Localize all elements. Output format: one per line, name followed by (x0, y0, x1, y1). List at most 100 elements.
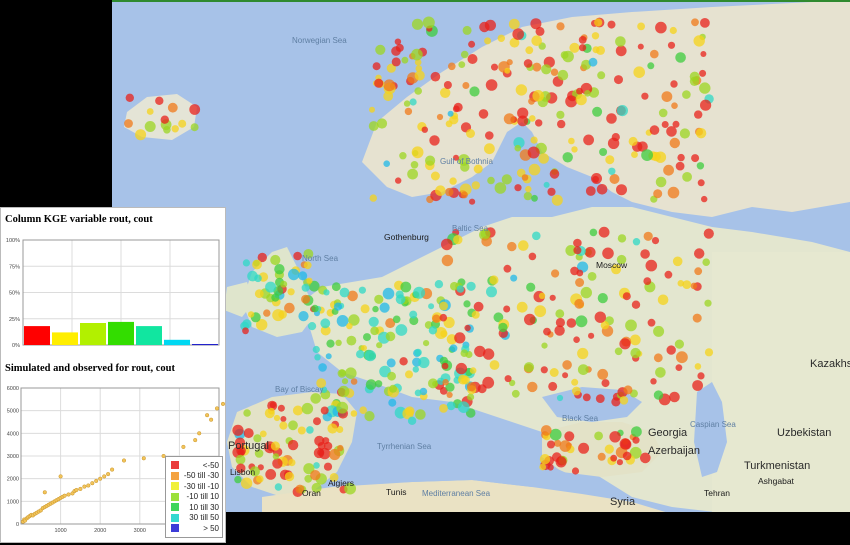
station-marker (571, 146, 578, 153)
station-marker (515, 84, 528, 96)
station-marker (297, 426, 306, 435)
station-marker (616, 105, 628, 117)
station-marker (280, 416, 287, 422)
station-marker (631, 300, 641, 309)
station-marker (647, 62, 655, 70)
kge-bar (136, 326, 162, 345)
station-marker (469, 198, 476, 205)
label-tyrrhenian-sea: Tyrrhenian Sea (377, 442, 432, 451)
station-marker (594, 431, 603, 441)
station-marker (440, 87, 451, 99)
station-marker (592, 46, 600, 54)
station-marker (247, 270, 258, 282)
station-marker (691, 18, 699, 27)
station-marker (557, 69, 569, 81)
station-marker (242, 259, 250, 267)
station-marker (597, 368, 609, 380)
station-marker (234, 475, 242, 484)
station-marker (704, 299, 712, 307)
station-marker (630, 347, 641, 359)
station-marker (551, 194, 563, 206)
label-norwegian-sea: Norwegian Sea (292, 36, 347, 45)
station-marker (446, 401, 456, 411)
station-marker (448, 62, 456, 71)
station-marker (699, 82, 711, 94)
station-marker (272, 309, 285, 322)
station-marker (439, 313, 448, 322)
station-marker (404, 107, 413, 116)
station-marker (441, 254, 454, 267)
kge-bar (108, 321, 134, 345)
legend-swatch (171, 482, 179, 491)
station-marker (551, 269, 560, 278)
station-marker (592, 175, 599, 183)
station-marker (692, 313, 702, 323)
station-marker (491, 63, 498, 71)
station-marker (442, 379, 449, 386)
label-moscow: Moscow (596, 260, 628, 270)
station-marker (374, 78, 384, 88)
station-marker (669, 137, 680, 149)
station-marker (580, 286, 592, 299)
station-marker (486, 286, 497, 298)
station-marker (606, 113, 617, 124)
station-marker (178, 119, 187, 128)
station-marker (252, 259, 262, 270)
station-marker (392, 315, 401, 324)
kge-bar (52, 332, 78, 345)
station-marker (598, 226, 610, 238)
station-marker (649, 125, 660, 135)
scatter-point (220, 401, 225, 406)
station-marker (645, 259, 658, 272)
station-marker (485, 131, 494, 140)
scatter-ytick-label: 4000 (7, 431, 19, 437)
legend-swatch (171, 503, 179, 512)
station-marker (254, 289, 264, 299)
station-marker (273, 414, 281, 422)
station-marker (643, 277, 652, 285)
station-marker (604, 444, 614, 454)
station-marker (619, 438, 631, 450)
label-portugal: Portugal (228, 440, 269, 452)
kge-bar (80, 323, 106, 346)
station-marker (504, 375, 512, 383)
station-marker (454, 332, 466, 344)
station-marker (543, 327, 551, 336)
station-marker (456, 285, 465, 293)
station-marker (526, 282, 536, 292)
station-marker (669, 391, 680, 403)
station-marker (543, 181, 550, 188)
scatter-point (58, 474, 63, 479)
station-marker (189, 104, 201, 115)
station-marker (539, 463, 547, 471)
station-marker (414, 389, 422, 397)
station-marker (125, 93, 134, 103)
station-marker (435, 185, 446, 196)
station-marker (655, 367, 666, 378)
station-marker (336, 401, 349, 414)
station-marker (573, 336, 580, 344)
station-marker (631, 426, 642, 438)
station-marker (528, 252, 537, 261)
station-marker (695, 128, 707, 139)
station-marker (575, 94, 587, 106)
station-marker (664, 270, 673, 279)
station-marker (270, 254, 281, 266)
station-marker (466, 129, 475, 138)
station-marker (453, 235, 463, 245)
scatter-xtick-label: 3000 (134, 528, 146, 534)
station-marker (616, 184, 627, 196)
station-marker (313, 417, 321, 426)
station-marker (615, 36, 626, 47)
station-marker (571, 378, 579, 386)
station-marker (471, 310, 480, 319)
station-marker (441, 238, 453, 251)
station-marker (541, 64, 552, 75)
station-marker (306, 426, 314, 434)
station-marker (387, 371, 396, 381)
station-marker (532, 90, 544, 102)
station-marker (411, 146, 424, 159)
scatter-ytick-label: 6000 (7, 386, 19, 392)
station-marker (504, 67, 511, 74)
label-ashgabat: Ashgabat (758, 476, 794, 486)
